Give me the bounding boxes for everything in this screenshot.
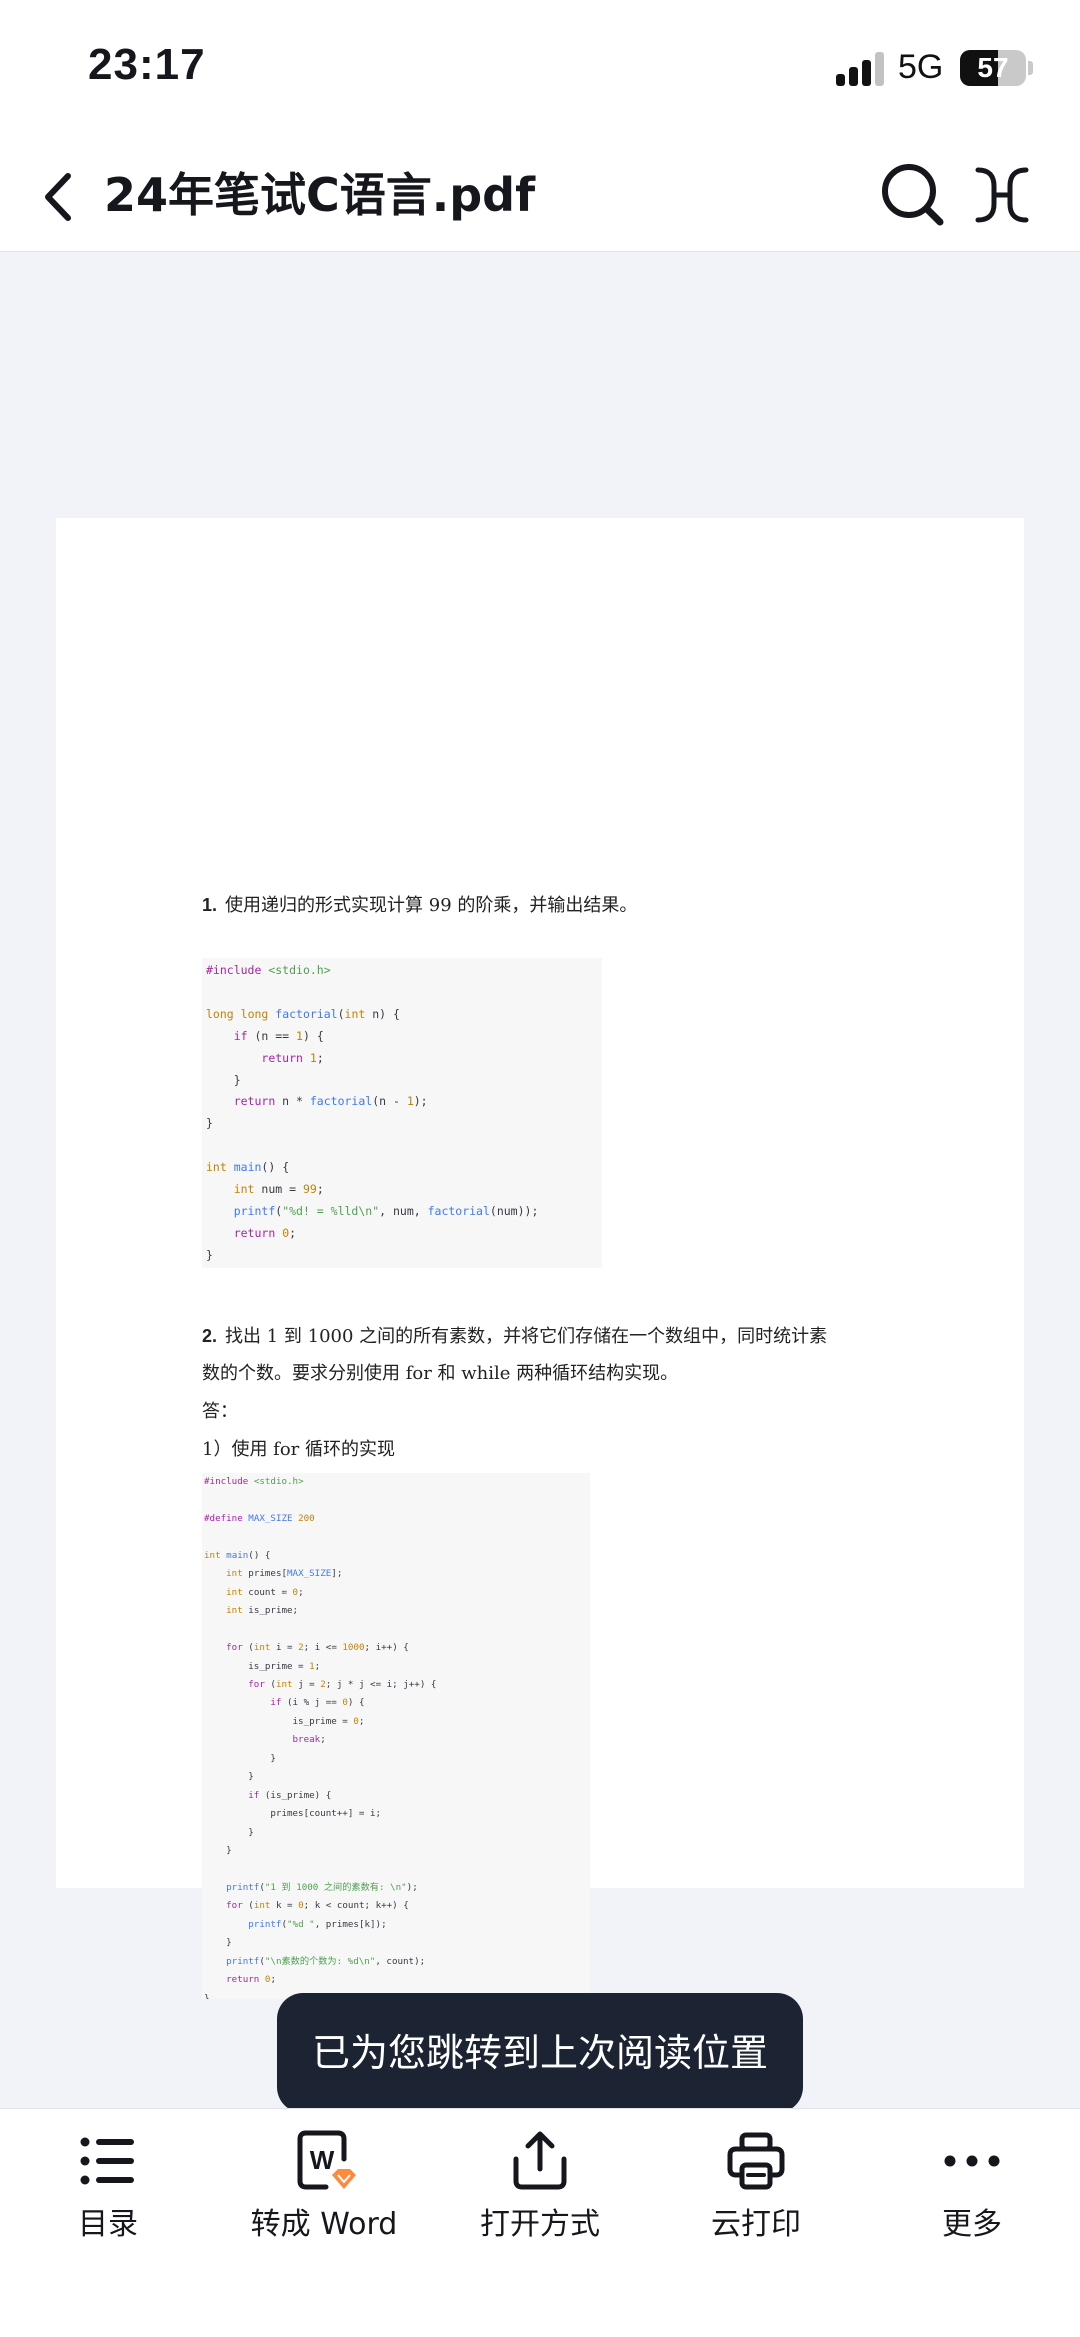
toolbar-item-convert-word[interactable]: W 转成 Word	[216, 2109, 432, 2337]
code-line: #define MAX_SIZE 200	[204, 1512, 315, 1524]
svg-text:W: W	[310, 2145, 335, 2175]
nav-bar: 24年笔试C语言.pdf	[0, 140, 1080, 252]
code-line: printf("%d! = %lld\n", num, factorial(nu…	[233, 1203, 539, 1218]
question-2: 2. 找出 1 到 1000 之间的所有素数，并将它们存储在一个数组中，同时统计素	[202, 1317, 922, 1356]
code-line: return n * factorial(n - 1);	[233, 1094, 428, 1109]
toolbar-label: 云打印	[711, 2207, 801, 2242]
battery-icon: 57	[960, 50, 1026, 86]
more-icon	[944, 2155, 1000, 2167]
code-line: is_prime = 1;	[204, 1660, 321, 1672]
question-text-line: 找出 1 到 1000 之间的所有素数，并将它们存储在一个数组中，同时统计素	[225, 1326, 828, 1347]
question-text: 使用递归的形式实现计算 99 的阶乘，并输出结果。	[225, 895, 638, 916]
code-line: if (i % j == 0) {	[270, 1697, 365, 1709]
pdf-page[interactable]: 1. 使用递归的形式实现计算 99 的阶乘，并输出结果。 #include <st…	[56, 518, 1024, 1999]
code-line: return 0;	[233, 1225, 297, 1240]
share-icon	[513, 2131, 567, 2190]
code-line: }	[204, 1937, 232, 1949]
search-icon[interactable]	[876, 158, 948, 230]
bottom-toolbar: 目录 W 转成 Word 打开方式 云打印 更多	[0, 2108, 1080, 2337]
code-line: is_prime = 0;	[204, 1715, 365, 1727]
code-line: return 0;	[226, 1974, 276, 1986]
question-number: 2.	[202, 1326, 218, 1346]
document-title: 24年笔试C语言.pdf	[104, 168, 536, 222]
code-line: }	[206, 1072, 241, 1087]
toolbar-label: 更多	[942, 2207, 1002, 2242]
code-line: }	[206, 1247, 213, 1262]
battery-cap	[1028, 61, 1033, 75]
signal-strength-icon	[836, 52, 884, 86]
toast-message: 已为您跳转到上次阅读位置	[277, 1993, 803, 2113]
code-line: }	[204, 1771, 254, 1783]
network-type: 5G	[898, 48, 944, 86]
code-line: int num = 99;	[233, 1182, 324, 1197]
word-convert-icon: W	[297, 2130, 356, 2190]
question-1: 1. 使用递归的形式实现计算 99 的阶乘，并输出结果。	[202, 886, 922, 925]
status-time: 23:17	[88, 40, 206, 89]
code-line: primes[count++] = i;	[204, 1808, 382, 1820]
code-line: return 1;	[261, 1050, 324, 1065]
code-line: for (int j = 2; j * j <= i; j++) {	[248, 1678, 437, 1690]
printer-icon	[727, 2132, 785, 2190]
fullscreen-icon[interactable]	[972, 160, 1032, 230]
battery-percent: 57	[977, 52, 1009, 83]
code-line: int primes[MAX_SIZE];	[226, 1568, 343, 1580]
code-block-primes: #include <stdio.h> #define MAX_SIZE 200 …	[202, 1473, 590, 1999]
toolbar-label: 目录	[78, 2207, 138, 2242]
status-bar: 23:17 5G 57	[0, 0, 1080, 140]
back-icon[interactable]	[26, 162, 96, 232]
code-line: printf("1 到 1000 之间的素数有: \n");	[226, 1881, 418, 1893]
code-line: long long factorial(int n) {	[206, 1006, 400, 1021]
toolbar-item-cloud-print[interactable]: 云打印	[648, 2109, 864, 2337]
code-line: }	[204, 1845, 232, 1857]
code-line: }	[204, 1752, 276, 1764]
code-line: printf("%d ", primes[k]);	[248, 1918, 387, 1930]
code-line: int main() {	[204, 1549, 271, 1561]
code-line: int is_prime;	[226, 1605, 299, 1617]
code-line: printf("\n素数的个数为: %d\n", count);	[226, 1955, 426, 1967]
answer-label: 答：	[202, 1401, 238, 1422]
code-line: if (n == 1) {	[233, 1028, 324, 1043]
code-line: if (is_prime) {	[248, 1789, 332, 1801]
pdf-viewer[interactable]: 1. 使用递归的形式实现计算 99 的阶乘，并输出结果。 #include <st…	[0, 253, 1080, 2108]
code-line: int main() {	[206, 1160, 290, 1175]
sub-answer-label: 1）使用 for 循环的实现	[202, 1439, 395, 1460]
code-line: #include <stdio.h>	[206, 963, 331, 977]
code-line: break;	[292, 1734, 326, 1746]
toolbar-item-contents[interactable]: 目录	[0, 2109, 216, 2337]
code-line: for (int k = 0; k < count; k++) {	[226, 1900, 409, 1912]
toolbar-item-open-with[interactable]: 打开方式	[432, 2109, 648, 2337]
toolbar-item-more[interactable]: 更多	[864, 2109, 1080, 2337]
list-icon	[80, 2137, 134, 2185]
question-2-continued: 数的个数。要求分别使用 for 和 while 两种循环结构实现。	[202, 1363, 679, 1384]
code-line: int count = 0;	[226, 1586, 304, 1598]
toolbar-label: 打开方式	[480, 2207, 600, 2242]
code-block-recursion: #include <stdio.h> long long factorial(i…	[202, 958, 602, 1268]
code-line: }	[206, 1116, 213, 1131]
code-line: for (int i = 2; i <= 1000; i++) {	[226, 1642, 409, 1654]
code-line: #include <stdio.h>	[204, 1476, 304, 1487]
toolbar-label: 转成 Word	[250, 2207, 398, 2242]
question-number: 1.	[202, 895, 218, 915]
code-line: }	[204, 1826, 254, 1838]
